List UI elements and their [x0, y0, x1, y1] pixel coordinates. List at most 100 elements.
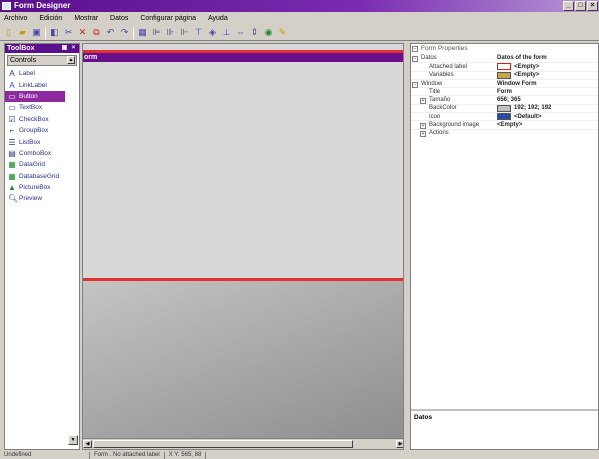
property-name: + Actions [411, 130, 497, 138]
align-bottom-icon[interactable]: ⊥ [221, 27, 232, 38]
menu-ayuda[interactable]: Ayuda [208, 15, 228, 22]
tool-textbox[interactable]: ▭ TextBox [5, 102, 79, 113]
horizontal-scrollbar[interactable]: ◀ ▶ [83, 438, 403, 449]
linklabel-icon: A [9, 80, 15, 90]
properties-title: − Form Properties [411, 44, 598, 54]
preview-icon: 🔍︎ [8, 194, 19, 204]
expand-icon[interactable]: + [420, 123, 426, 130]
controls-category[interactable]: Controls ▲ [7, 55, 77, 66]
property-name-text: Window [421, 80, 443, 87]
property-value-text: Datos of the form [497, 55, 547, 62]
collapse-icon[interactable]: − [412, 56, 418, 63]
scroll-up-icon[interactable]: ▲ [67, 56, 75, 64]
new-icon[interactable]: ▯ [3, 27, 14, 38]
property-row[interactable]: + Tamaño 656; 365 [411, 95, 598, 105]
lock-icon[interactable]: ◉ [263, 27, 274, 38]
cut-icon[interactable]: ✂ [63, 27, 74, 38]
tool-label-text: Label [19, 70, 35, 78]
property-row[interactable]: Icon <Default> [411, 112, 598, 121]
menu-datos[interactable]: Datos [110, 15, 128, 22]
tool-button[interactable]: ▭ Button [5, 90, 65, 103]
picturebox-icon: ▲ [8, 183, 16, 193]
save-icon[interactable]: ▣ [31, 27, 42, 38]
tool-label[interactable]: A Label [5, 68, 79, 79]
designer-background [83, 281, 403, 439]
tool-datagrid[interactable]: ▦ DataGrid [5, 159, 79, 170]
property-name-text: Datos [421, 55, 437, 62]
tool-groupbox[interactable]: ⌐ GroupBox [5, 125, 79, 136]
property-row[interactable]: BackColor 192; 192; 192 [411, 103, 598, 112]
window-title: Form Designer [14, 1, 71, 10]
form-surface[interactable] [83, 44, 403, 280]
scroll-right-icon[interactable]: ▶ [396, 440, 403, 448]
same-width-icon[interactable]: ⇔ [235, 27, 246, 38]
align-top-icon[interactable]: ⊤ [193, 27, 204, 38]
delete-icon[interactable]: ✕ [77, 27, 88, 38]
preview-icon[interactable]: ◧ [49, 27, 60, 38]
status-left: Undefined [0, 452, 90, 459]
status-bar: Undefined Form . No attached label X Y: … [0, 452, 599, 459]
tool-listbox[interactable]: ☰ ListBox [5, 136, 79, 147]
toolbox-panel: ToolBox ▣ × Controls ▲ A Label A LinkLabel… [4, 43, 80, 450]
property-row[interactable]: − Window Window Form [411, 78, 598, 88]
menu-archivo[interactable]: Archivo [4, 15, 27, 22]
scroll-down-icon[interactable]: ▼ [68, 435, 78, 445]
toolbox-close-icon[interactable]: × [70, 45, 77, 52]
copy-icon[interactable]: ⧉ [91, 27, 102, 38]
grid-icon[interactable]: ▦ [137, 27, 148, 38]
tool-preview[interactable]: 🔍︎ Preview [5, 193, 79, 204]
open-folder-icon[interactable]: ▰ [17, 27, 28, 38]
menu-configurar-pagina[interactable]: Configurar página [140, 15, 196, 22]
property-row[interactable]: Attached label <Empty> [411, 62, 598, 71]
tool-picturebox[interactable]: ▲ PictureBox [5, 182, 79, 193]
tool-databasegrid[interactable]: ▦ DatabaseGrid [5, 171, 79, 182]
property-row[interactable]: − Datos Datos of the form [411, 54, 598, 63]
property-name: + Tamaño [411, 97, 497, 105]
expand-icon[interactable]: + [420, 98, 426, 105]
menu-mostrar[interactable]: Mostrar [74, 15, 98, 22]
undo-icon[interactable]: ↶ [105, 27, 116, 38]
tool-checkbox[interactable]: ☑ CheckBox [5, 114, 79, 125]
scroll-left-icon[interactable]: ◀ [83, 440, 92, 448]
checkbox-icon: ☑ [8, 114, 16, 124]
same-height-icon[interactable]: ⇕ [249, 27, 260, 38]
property-name: Attached label [411, 64, 497, 70]
scrollbar-thumb[interactable] [93, 440, 353, 448]
datagrid-icon: ▦ [8, 160, 16, 170]
listbox-icon: ☰ [8, 137, 16, 147]
property-value: 192; 192; 192 [497, 104, 598, 112]
property-value-text: <Empty> [514, 63, 540, 70]
title-bar: Form Designer _ □ × [0, 0, 599, 12]
align-center-icon[interactable]: ⊪ [165, 27, 176, 38]
minimize-button[interactable]: _ [563, 1, 574, 11]
properties-icon[interactable]: ✎ [277, 27, 288, 38]
form-title-bar[interactable]: orm [83, 50, 403, 62]
tool-label-text: DataGrid [19, 161, 46, 169]
tool-linklabel[interactable]: A LinkLabel [5, 79, 79, 90]
form-title: orm [84, 54, 98, 61]
property-row[interactable]: Title Form [411, 87, 598, 95]
tool-combobox[interactable]: ▤ ComboBox [5, 148, 79, 159]
property-row[interactable]: + Background image <Empty> [411, 120, 598, 130]
align-left-icon[interactable]: ⊫ [151, 27, 162, 38]
maximize-button[interactable]: □ [575, 1, 586, 11]
close-button[interactable]: × [587, 1, 598, 11]
expand-icon[interactable]: + [420, 131, 426, 138]
property-value-text: Form [497, 88, 512, 95]
menu-edicion[interactable]: Edición [39, 15, 62, 22]
groupbox-icon: ⌐ [9, 126, 15, 136]
tool-label-text: Preview [19, 195, 43, 203]
redo-icon[interactable]: ↷ [119, 27, 130, 38]
pin-icon[interactable]: ▣ [61, 45, 68, 52]
property-description-text: Datos [414, 414, 433, 421]
collapse-icon[interactable]: − [412, 81, 418, 88]
property-row[interactable]: + Actions [411, 128, 598, 138]
property-value-text: 192; 192; 192 [514, 105, 552, 112]
collapse-icon[interactable]: − [412, 46, 418, 52]
form-designer-canvas[interactable]: orm ◀ ▶ [82, 43, 404, 450]
align-right-icon[interactable]: ⊩ [179, 27, 190, 38]
combobox-icon: ▤ [8, 148, 16, 158]
property-row[interactable]: Variables <Empty> [411, 70, 598, 79]
property-name-text: Tamaño [429, 97, 451, 104]
align-middle-icon[interactable]: ◈ [207, 27, 218, 38]
